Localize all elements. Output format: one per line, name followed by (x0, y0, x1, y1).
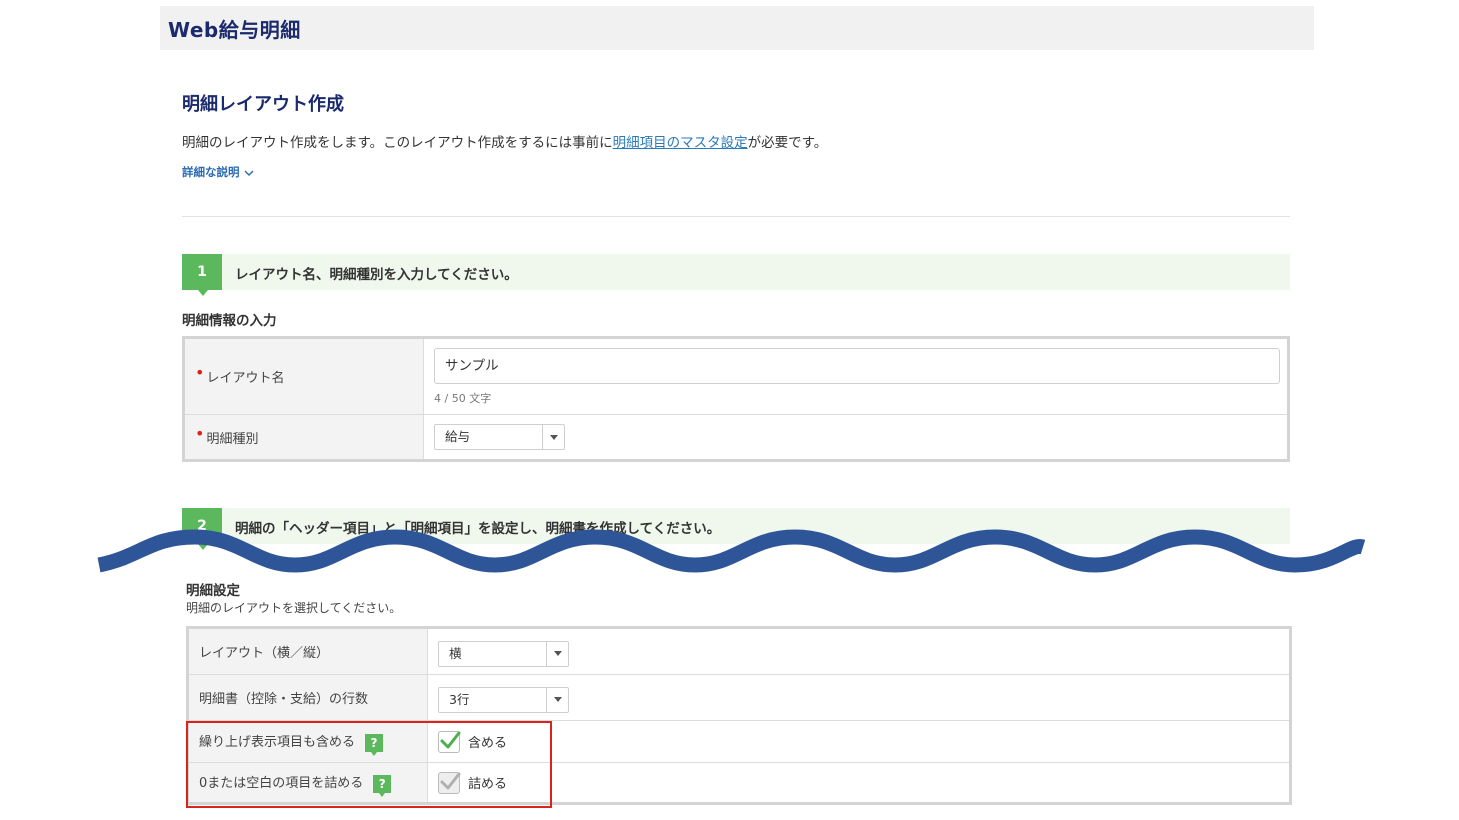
details-toggle-label: 詳細な説明 (182, 165, 240, 179)
compact-label: 0または空白の項目を詰める (199, 776, 364, 792)
wave-separator (97, 529, 1366, 573)
orientation-value-cell: 横 (427, 627, 1291, 675)
row-count-select-value: 3行 (449, 691, 470, 707)
layout-name-label-cell: • レイアウト名 (183, 337, 424, 415)
kind-select-value: 給与 (445, 429, 471, 444)
row-count-value-cell: 3行 (427, 674, 1291, 721)
row-count-label: 明細書（控除・支給）の行数 (187, 674, 428, 721)
info-form-table: • レイアウト名 サンプル 4 / 50 文字 • 明細種別 給与 (182, 336, 1290, 462)
orientation-select[interactable]: 横 (438, 640, 569, 667)
description-text-end: が必要です。 (747, 135, 828, 151)
dropdown-arrow-icon (546, 641, 568, 666)
master-settings-link[interactable]: 明細項目のマスタ設定 (613, 135, 748, 151)
app-header: Web給与明細 (160, 6, 1314, 50)
page-title: 明細レイアウト作成 (182, 94, 344, 115)
form-row-layout-name: • レイアウト名 サンプル 4 / 50 文字 (183, 337, 1289, 415)
orientation-select-value: 横 (449, 645, 462, 661)
settings-form-table: レイアウト（横／縦） 横 明細書（控除・支給）の行数 3行 繰り上げ表示項目も含… (186, 626, 1292, 805)
required-mark: • (195, 363, 205, 382)
rounding-value-cell: 含める (427, 720, 1291, 763)
form-row-rounding: 繰り上げ表示項目も含める? 含める (187, 720, 1291, 763)
layout-name-counter: 4 / 50 文字 (434, 392, 492, 405)
rounding-label-cell: 繰り上げ表示項目も含める? (187, 720, 428, 763)
page-description: 明細のレイアウト作成をします。このレイアウト作成をするには事前に明細項目のマスタ… (182, 131, 827, 151)
include-checkbox-label: 含める (468, 736, 508, 751)
include-checkbox[interactable] (438, 730, 461, 753)
kind-value-cell: 給与 (424, 415, 1289, 461)
chevron-down-icon (244, 170, 254, 176)
section-title-settings: 明細設定 (186, 583, 240, 599)
dropdown-arrow-icon (542, 425, 564, 449)
checkmark-icon (440, 731, 461, 748)
step-1-header: 1 レイアウト名、明細種別を入力してください。 (182, 254, 1290, 296)
kind-label-cell: • 明細種別 (183, 414, 424, 461)
compact-value-cell: 詰める (428, 763, 1291, 804)
kind-select[interactable]: 給与 (434, 424, 565, 450)
form-row-row-count: 明細書（控除・支給）の行数 3行 (187, 674, 1291, 721)
orientation-label: レイアウト（横／縦） (187, 627, 428, 675)
divider (182, 216, 1290, 217)
form-row-orientation: レイアウト（横／縦） 横 (187, 627, 1291, 675)
description-text: 明細のレイアウト作成をします。このレイアウト作成をするには事前に (182, 135, 613, 151)
layout-name-label: レイアウト名 (206, 371, 285, 386)
step-1-number: 1 (182, 254, 222, 296)
help-icon[interactable]: ? (365, 733, 384, 756)
section-desc-settings: 明細のレイアウトを選択してください。 (186, 601, 402, 615)
compact-checkbox[interactable] (438, 771, 461, 794)
step-1-text: レイアウト名、明細種別を入力してください。 (235, 267, 518, 283)
checkmark-icon (440, 772, 461, 789)
rounding-label: 繰り上げ表示項目も含める (199, 735, 356, 751)
layout-name-input[interactable]: サンプル (434, 348, 1280, 384)
compact-checkbox-label: 詰める (468, 777, 508, 792)
required-mark: • (195, 423, 205, 443)
section-title-info: 明細情報の入力 (182, 313, 277, 329)
layout-name-value-cell: サンプル 4 / 50 文字 (423, 337, 1289, 415)
form-row-compact: 0または空白の項目を詰める? 詰める (187, 762, 1291, 804)
kind-label: 明細種別 (206, 431, 259, 447)
dropdown-arrow-icon (546, 687, 568, 712)
app-title: Web給与明細 (168, 18, 301, 42)
form-row-kind: • 明細種別 給与 (183, 414, 1289, 461)
help-icon[interactable]: ? (373, 774, 392, 797)
compact-label-cell: 0または空白の項目を詰める? (187, 762, 428, 804)
row-count-select[interactable]: 3行 (438, 686, 569, 713)
details-toggle[interactable]: 詳細な説明 (182, 164, 254, 180)
